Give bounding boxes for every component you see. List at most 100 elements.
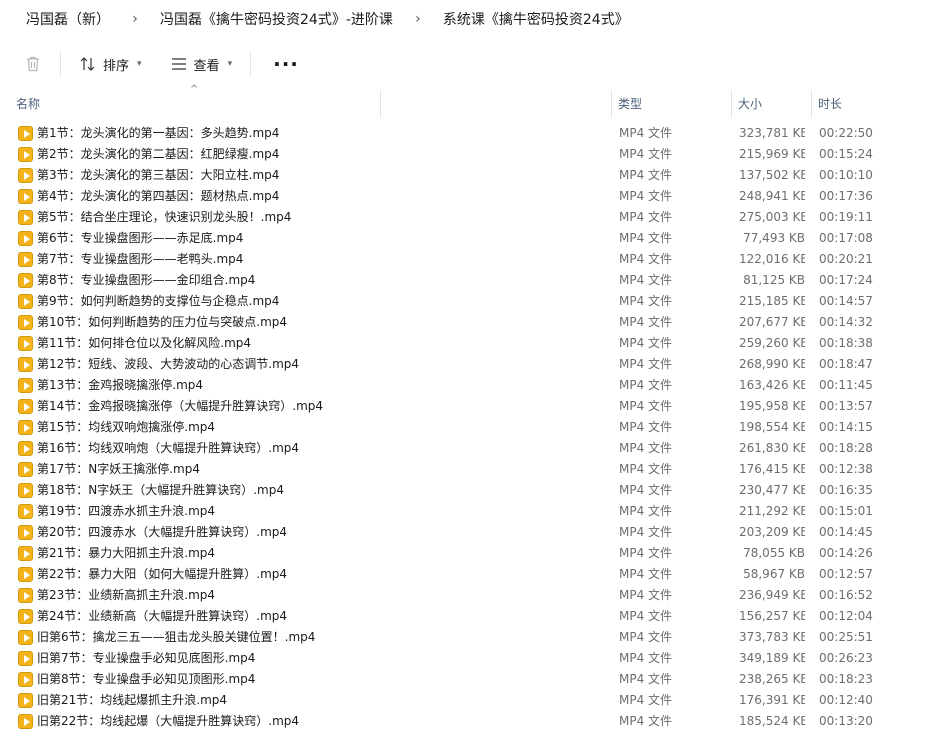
breadcrumb-item[interactable]: 系统课《擒牛密码投资24式》 [437, 9, 635, 29]
file-name-cell[interactable]: 第21节：暴力大阳抓主升浪.mp4 [18, 543, 608, 564]
file-name-cell[interactable]: 第3节：龙头演化的第三基因：大阳立柱.mp4 [18, 165, 608, 186]
breadcrumb-item[interactable]: 冯国磊《擒牛密码投资24式》-进阶课 [154, 9, 399, 29]
file-name-cell[interactable]: 第4节：龙头演化的第四基因：题材热点.mp4 [18, 186, 608, 207]
command-bar: 排序 ▾ 查看 ▾ ··· [0, 42, 951, 86]
video-file-icon [18, 336, 33, 351]
file-name-cell[interactable]: 第9节：如何判断趋势的支撑位与企稳点.mp4 [18, 291, 608, 312]
file-row[interactable]: 第20节：四渡赤水（大幅提升胜算诀窍）.mp4 MP4 文件 203,209 KB 0… [0, 522, 951, 543]
chevron-right-icon[interactable]: › [407, 11, 429, 27]
file-name-cell[interactable]: 旧第7节：专业操盘手必知见底图形.mp4 [18, 648, 608, 669]
file-name-cell[interactable]: 第24节：业绩新高（大幅提升胜算诀窍）.mp4 [18, 606, 608, 627]
file-name-cell[interactable]: 第13节：金鸡报晓擒涨停.mp4 [18, 375, 608, 396]
file-row[interactable]: 第21节：暴力大阳抓主升浪.mp4 MP4 文件 78,055 KB 00:14:26 [0, 543, 951, 564]
file-row[interactable]: 第8节：专业操盘图形——金印组合.mp4 MP4 文件 81,125 KB 00:17… [0, 270, 951, 291]
file-row[interactable]: 第19节：四渡赤水抓主升浪.mp4 MP4 文件 211,292 KB 00:15:0… [0, 501, 951, 522]
video-file-icon [18, 273, 33, 288]
file-row[interactable]: 第17节：N字妖王擒涨停.mp4 MP4 文件 176,415 KB 00:12:38 [0, 459, 951, 480]
file-name-cell[interactable]: 旧第8节：专业操盘手必知见顶图形.mp4 [18, 669, 608, 690]
file-row[interactable]: 第15节：均线双响炮擒涨停.mp4 MP4 文件 198,554 KB 00:14:1… [0, 417, 951, 438]
file-name-cell[interactable]: 第11节：如何排仓位以及化解风险.mp4 [18, 333, 608, 354]
file-name-cell[interactable]: 第23节：业绩新高抓主升浪.mp4 [18, 585, 608, 606]
file-row[interactable]: 第24节：业绩新高（大幅提升胜算诀窍）.mp4 MP4 文件 156,257 KB 0… [0, 606, 951, 627]
file-row[interactable]: 第3节：龙头演化的第三基因：大阳立柱.mp4 MP4 文件 137,502 KB 00… [0, 165, 951, 186]
file-row[interactable]: 第14节：金鸡报晓擒涨停（大幅提升胜算诀窍）.mp4 MP4 文件 195,958 … [0, 396, 951, 417]
chevron-right-icon[interactable]: › [124, 11, 146, 27]
file-row[interactable]: 旧第7节：专业操盘手必知见底图形.mp4 MP4 文件 349,189 KB 00:2… [0, 648, 951, 669]
video-file-icon [18, 315, 33, 330]
video-file-icon [18, 189, 33, 204]
file-row[interactable]: 第2节：龙头演化的第二基因：红肥绿瘦.mp4 MP4 文件 215,969 KB 00… [0, 144, 951, 165]
sort-button[interactable]: 排序 ▾ [71, 51, 150, 78]
file-row[interactable]: 旧第21节：均线起爆抓主升浪.mp4 MP4 文件 176,391 KB 00:12:… [0, 690, 951, 711]
file-name-cell[interactable]: 第6节：专业操盘图形——赤足底.mp4 [18, 228, 608, 249]
file-name-cell[interactable]: 第7节：专业操盘图形——老鸭头.mp4 [18, 249, 608, 270]
file-name-cell[interactable]: 第17节：N字妖王擒涨停.mp4 [18, 459, 608, 480]
column-header-size[interactable]: 大小 [732, 90, 816, 118]
file-size: 215,185 KB [739, 294, 805, 308]
file-row[interactable]: 第6节：专业操盘图形——赤足底.mp4 MP4 文件 77,493 KB 00:17:… [0, 228, 951, 249]
file-name-cell[interactable]: 第22节：暴力大阳（如何大幅提升胜算）.mp4 [18, 564, 608, 585]
delete-button[interactable] [16, 51, 50, 77]
file-name-cell[interactable]: 旧第21节：均线起爆抓主升浪.mp4 [18, 690, 608, 711]
file-type: MP4 文件 [619, 714, 673, 728]
file-row[interactable]: 第16节：均线双响炮（大幅提升胜算诀窍）.mp4 MP4 文件 261,830 KB… [0, 438, 951, 459]
file-duration: 00:11:45 [819, 378, 873, 392]
file-row[interactable]: 第11节：如何排仓位以及化解风险.mp4 MP4 文件 259,260 KB 00:1… [0, 333, 951, 354]
file-duration: 00:14:15 [819, 420, 873, 434]
file-name-cell[interactable]: 第15节：均线双响炮擒涨停.mp4 [18, 417, 608, 438]
file-name-cell[interactable]: 第5节：结合坐庄理论，快速识别龙头股！.mp4 [18, 207, 608, 228]
file-size: 198,554 KB [739, 420, 805, 434]
file-row[interactable]: 第7节：专业操盘图形——老鸭头.mp4 MP4 文件 122,016 KB 00:20… [0, 249, 951, 270]
file-name-cell[interactable]: 第20节：四渡赤水（大幅提升胜算诀窍）.mp4 [18, 522, 608, 543]
file-name-cell[interactable]: 第2节：龙头演化的第二基因：红肥绿瘦.mp4 [18, 144, 608, 165]
file-row[interactable]: 第13节：金鸡报晓擒涨停.mp4 MP4 文件 163,426 KB 00:11:45 [0, 375, 951, 396]
column-header-duration[interactable]: 时长 [812, 90, 948, 118]
file-duration: 00:12:38 [819, 462, 873, 476]
video-file-icon [18, 357, 33, 372]
file-name-cell[interactable]: 旧第6节：擒龙三五——狙击龙头股关键位置！.mp4 [18, 627, 608, 648]
file-row[interactable]: 第1节：龙头演化的第一基因：多头趋势.mp4 MP4 文件 323,781 KB 00… [0, 123, 951, 144]
toolbar-divider [60, 51, 61, 77]
more-options-button[interactable]: ··· [261, 52, 311, 76]
file-name-cell[interactable]: 第18节：N字妖王（大幅提升胜算诀窍）.mp4 [18, 480, 608, 501]
file-name-cell[interactable]: 第10节：如何判断趋势的压力位与突破点.mp4 [18, 312, 608, 333]
video-file-icon [18, 567, 33, 582]
column-header-type[interactable]: 类型 [612, 90, 736, 118]
file-row[interactable]: 第10节：如何判断趋势的压力位与突破点.mp4 MP4 文件 207,677 KB 0… [0, 312, 951, 333]
file-duration: 00:14:26 [819, 546, 873, 560]
video-file-icon [18, 504, 33, 519]
file-size: 122,016 KB [739, 252, 805, 266]
file-type: MP4 文件 [619, 294, 673, 308]
video-file-icon [18, 609, 33, 624]
file-name: 旧第22节：均线起爆（大幅提升胜算诀窍）.mp4 [37, 714, 300, 728]
file-row[interactable]: 旧第6节：擒龙三五——狙击龙头股关键位置！.mp4 MP4 文件 373,783 K… [0, 627, 951, 648]
file-row[interactable]: 第4节：龙头演化的第四基因：题材热点.mp4 MP4 文件 248,941 KB 00… [0, 186, 951, 207]
file-name-cell[interactable]: 第8节：专业操盘图形——金印组合.mp4 [18, 270, 608, 291]
breadcrumb-item[interactable]: 冯国磊（新） [0, 9, 116, 29]
file-row[interactable]: 第22节：暴力大阳（如何大幅提升胜算）.mp4 MP4 文件 58,967 KB 00… [0, 564, 951, 585]
video-file-icon [18, 126, 33, 141]
file-name-cell[interactable]: 旧第22节：均线起爆（大幅提升胜算诀窍）.mp4 [18, 711, 608, 732]
file-size: 323,781 KB [739, 126, 805, 140]
column-header-name[interactable]: 名称 [10, 90, 384, 118]
file-name-cell[interactable]: 第19节：四渡赤水抓主升浪.mp4 [18, 501, 608, 522]
video-file-icon [18, 210, 33, 225]
column-separator[interactable] [380, 90, 381, 118]
file-duration: 00:16:35 [819, 483, 873, 497]
file-row[interactable]: 第12节：短线、波段、大势波动的心态调节.mp4 MP4 文件 268,990 KB… [0, 354, 951, 375]
file-row[interactable]: 第23节：业绩新高抓主升浪.mp4 MP4 文件 236,949 KB 00:16:5… [0, 585, 951, 606]
file-name-cell[interactable]: 第1节：龙头演化的第一基因：多头趋势.mp4 [18, 123, 608, 144]
file-row[interactable]: 旧第22节：均线起爆（大幅提升胜算诀窍）.mp4 MP4 文件 185,524 KB… [0, 711, 951, 732]
file-row[interactable]: 第18节：N字妖王（大幅提升胜算诀窍）.mp4 MP4 文件 230,477 KB 0… [0, 480, 951, 501]
file-name-cell[interactable]: 第12节：短线、波段、大势波动的心态调节.mp4 [18, 354, 608, 375]
file-row[interactable]: 第9节：如何判断趋势的支撑位与企稳点.mp4 MP4 文件 215,185 KB 00… [0, 291, 951, 312]
file-row[interactable]: 旧第8节：专业操盘手必知见顶图形.mp4 MP4 文件 238,265 KB 00:1… [0, 669, 951, 690]
sort-icon [80, 57, 95, 71]
file-name-cell[interactable]: 第16节：均线双响炮（大幅提升胜算诀窍）.mp4 [18, 438, 608, 459]
file-name-cell[interactable]: 第14节：金鸡报晓擒涨停（大幅提升胜算诀窍）.mp4 [18, 396, 608, 417]
view-button[interactable]: 查看 ▾ [162, 51, 241, 78]
file-row[interactable]: 第5节：结合坐庄理论，快速识别龙头股！.mp4 MP4 文件 275,003 KB 0… [0, 207, 951, 228]
file-type: MP4 文件 [619, 357, 673, 371]
file-name: 第10节：如何判断趋势的压力位与突破点.mp4 [37, 315, 288, 329]
file-duration: 00:25:51 [819, 630, 873, 644]
